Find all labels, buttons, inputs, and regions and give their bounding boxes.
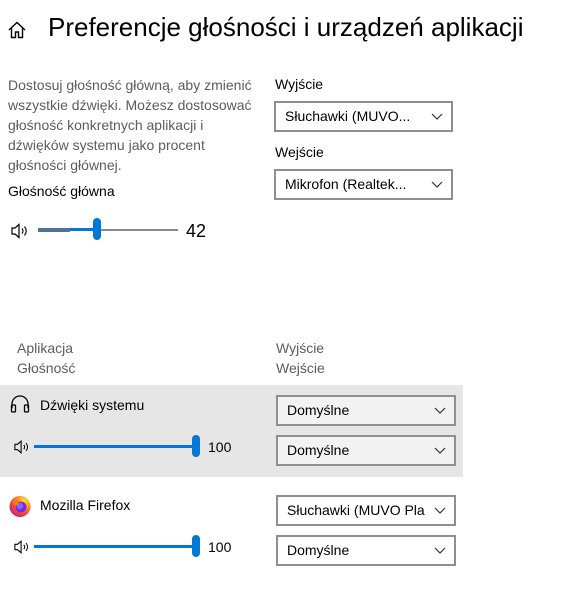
- app-slider-fill: [34, 545, 196, 548]
- output-device-select[interactable]: Słuchawki (MUVO...: [274, 101, 453, 132]
- app-slider-fill: [34, 445, 196, 448]
- speaker-icon[interactable]: [12, 439, 32, 455]
- app-input-select[interactable]: Domyślne: [276, 435, 456, 466]
- home-icon[interactable]: [7, 20, 27, 40]
- master-slider-thumb[interactable]: [93, 218, 101, 240]
- chevron-down-icon: [434, 407, 446, 414]
- app-input-value: Domyślne: [287, 442, 350, 458]
- app-name: Dźwięki systemu: [40, 397, 145, 413]
- firefox-icon: [9, 496, 31, 517]
- chevron-down-icon: [431, 113, 443, 120]
- input-device-select[interactable]: Mikrofon (Realtek...: [274, 169, 453, 200]
- speaker-icon[interactable]: [10, 222, 30, 240]
- output-column-header: Wyjście: [276, 340, 325, 356]
- column-headers-left: Aplikacja Głośność: [17, 338, 75, 378]
- headphones-icon: [10, 395, 30, 413]
- app-output-value: Domyślne: [287, 402, 350, 418]
- input-device-value: Mikrofon (Realtek...: [285, 176, 407, 192]
- app-slider-thumb[interactable]: [192, 535, 200, 557]
- chevron-down-icon: [434, 507, 446, 514]
- app-volume-value: 100: [208, 539, 232, 555]
- chevron-down-icon: [434, 547, 446, 554]
- page-title: Preferencje głośności i urządzeń aplikac…: [48, 12, 524, 42]
- app-volume-value: 100: [208, 439, 232, 455]
- output-label: Wyjście: [275, 76, 324, 92]
- app-name: Mozilla Firefox: [40, 497, 131, 513]
- master-peak-meter: [38, 228, 70, 232]
- input-column-header: Wejście: [276, 360, 325, 376]
- output-device-value: Słuchawki (MUVO...: [285, 108, 411, 124]
- chevron-down-icon: [431, 181, 443, 188]
- app-input-select[interactable]: Domyślne: [276, 535, 456, 566]
- volume-column-header: Głośność: [17, 360, 76, 376]
- column-headers-right: Wyjście Wejście: [276, 338, 325, 378]
- speaker-icon[interactable]: [12, 539, 32, 555]
- app-column-header: Aplikacja: [17, 340, 74, 356]
- app-input-value: Domyślne: [287, 542, 350, 558]
- app-output-value: Słuchawki (MUVO Pla: [287, 502, 425, 518]
- master-volume-label: Głośność główna: [8, 183, 115, 199]
- app-slider-thumb[interactable]: [192, 435, 200, 457]
- input-label: Wejście: [275, 144, 324, 160]
- master-description: Dostosuj głośność główną, aby zmienić ws…: [8, 77, 252, 173]
- master-volume-value: 42: [186, 221, 207, 241]
- app-output-select[interactable]: Słuchawki (MUVO Pla: [276, 495, 456, 526]
- chevron-down-icon: [434, 447, 446, 454]
- app-output-select[interactable]: Domyślne: [276, 395, 456, 426]
